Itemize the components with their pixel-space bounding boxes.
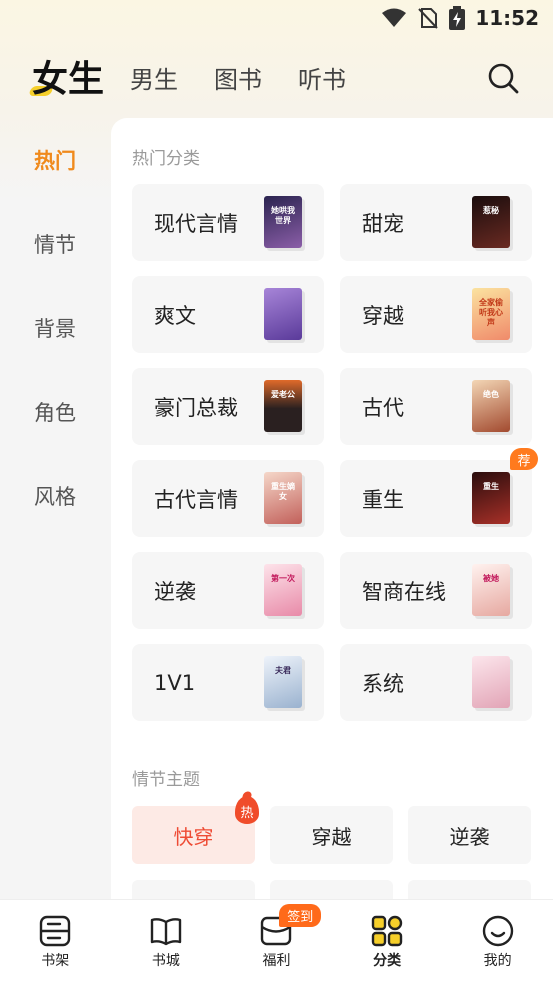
- battery-charging-icon: [449, 6, 466, 30]
- category-label: 古代言情: [154, 487, 238, 512]
- book-cover-image: [264, 288, 302, 340]
- tag-label: 快穿: [173, 824, 214, 849]
- book-cover-image: 绝色: [472, 380, 510, 432]
- category-label: 古代: [362, 395, 404, 420]
- category-card[interactable]: 穿越 全家偷听我心声: [340, 276, 532, 353]
- book-cover-image: 夫君: [264, 656, 302, 708]
- category-card[interactable]: 古代言情 重生嫡女: [132, 460, 324, 537]
- sidebar-item-hot[interactable]: 热门: [0, 118, 110, 202]
- nav-label: 书架: [41, 953, 70, 969]
- no-sim-icon: [418, 8, 439, 29]
- tab-male[interactable]: 男生: [130, 56, 178, 104]
- category-card[interactable]: 智商在线 被她: [340, 552, 532, 629]
- sidebar-item-background[interactable]: 背景: [0, 286, 110, 370]
- category-panel: 热门分类 现代言情 她哄我世界 甜宠 惹秘 爽文 穿越 全家偷听我心声 豪门总裁…: [111, 118, 553, 918]
- category-label: 系统: [362, 671, 404, 696]
- recommend-badge: 荐: [510, 448, 538, 470]
- tab-audiobooks[interactable]: 听书: [298, 56, 346, 104]
- sidebar-item-style[interactable]: 风格: [0, 454, 110, 538]
- tag-chuanyue[interactable]: 穿越: [270, 806, 393, 864]
- plot-tag-row: 快穿 热 穿越 逆袭: [132, 796, 531, 864]
- category-card[interactable]: 爽文: [132, 276, 324, 353]
- nav-label: 书城: [151, 953, 180, 969]
- tag-kuaichuan[interactable]: 快穿 热: [132, 796, 259, 864]
- category-card[interactable]: 1V1 夫君: [132, 644, 324, 721]
- nav-label: 分类: [373, 953, 402, 969]
- bottom-nav: 书架 书城 福利 签到 分类 我的: [0, 899, 553, 983]
- category-label: 爽文: [154, 303, 196, 328]
- book-cover-image: 第一次: [264, 564, 302, 616]
- tag-label: 穿越: [311, 824, 352, 849]
- book-cover-image: 重生嫡女: [264, 472, 302, 524]
- category-sidebar: 热门 情节 背景 角色 风格: [0, 118, 110, 538]
- wifi-icon: [382, 8, 407, 27]
- hot-badge: 热: [235, 796, 259, 824]
- smile-face-icon: [482, 915, 513, 947]
- signin-badge: 签到: [279, 904, 322, 927]
- tag-nixi[interactable]: 逆袭: [408, 806, 531, 864]
- hot-category-grid: 现代言情 她哄我世界 甜宠 惹秘 爽文 穿越 全家偷听我心声 豪门总裁 爱老公 …: [132, 184, 538, 721]
- book-cover-image: 重生: [472, 472, 510, 524]
- book-cover-image: 被她: [472, 564, 510, 616]
- category-label: 穿越: [362, 303, 404, 328]
- category-card[interactable]: 逆袭 第一次: [132, 552, 324, 629]
- nav-category[interactable]: 分类: [332, 900, 443, 983]
- nav-label: 福利: [262, 953, 291, 969]
- tab-books[interactable]: 图书: [214, 56, 262, 104]
- category-card[interactable]: 系统: [340, 644, 532, 721]
- category-card[interactable]: 重生 重生 荐: [340, 448, 538, 537]
- section-title-hot-categories: 热门分类: [132, 149, 200, 169]
- book-cover-image: 惹秘: [472, 196, 510, 248]
- category-label: 豪门总裁: [154, 395, 238, 420]
- category-card[interactable]: 现代言情 她哄我世界: [132, 184, 324, 261]
- search-icon[interactable]: [487, 62, 519, 94]
- nav-profile[interactable]: 我的: [442, 900, 553, 983]
- category-label: 甜宠: [362, 211, 404, 236]
- category-label: 重生: [362, 487, 404, 512]
- bookshelf-icon: [40, 915, 71, 947]
- category-label: 逆袭: [154, 579, 196, 604]
- tab-female[interactable]: 女生: [32, 56, 104, 104]
- category-grid-icon: [371, 915, 403, 947]
- category-card[interactable]: 豪门总裁 爱老公: [132, 368, 324, 445]
- sidebar-item-plot[interactable]: 情节: [0, 202, 110, 286]
- tag-label: 逆袭: [449, 824, 490, 849]
- nav-bookshelf[interactable]: 书架: [0, 900, 111, 983]
- book-cover-image: 她哄我世界: [264, 196, 302, 248]
- book-cover-image: [472, 656, 510, 708]
- book-cover-image: 全家偷听我心声: [472, 288, 510, 340]
- category-label: 智商在线: [362, 579, 446, 604]
- sidebar-item-role[interactable]: 角色: [0, 370, 110, 454]
- category-label: 1V1: [154, 670, 196, 695]
- status-time: 11:52: [475, 6, 539, 30]
- category-label: 现代言情: [154, 211, 238, 236]
- category-card[interactable]: 甜宠 惹秘: [340, 184, 532, 261]
- top-tabs: 女生 男生 图书 听书: [32, 56, 382, 104]
- section-title-plot-topics: 情节主题: [132, 770, 200, 790]
- status-bar: 11:52: [0, 0, 553, 40]
- nav-welfare[interactable]: 福利 签到: [221, 900, 332, 983]
- nav-bookstore[interactable]: 书城: [111, 900, 222, 983]
- category-card[interactable]: 古代 绝色: [340, 368, 532, 445]
- nav-label: 我的: [483, 953, 512, 969]
- book-cover-image: 爱老公: [264, 380, 302, 432]
- book-open-icon: [150, 918, 182, 946]
